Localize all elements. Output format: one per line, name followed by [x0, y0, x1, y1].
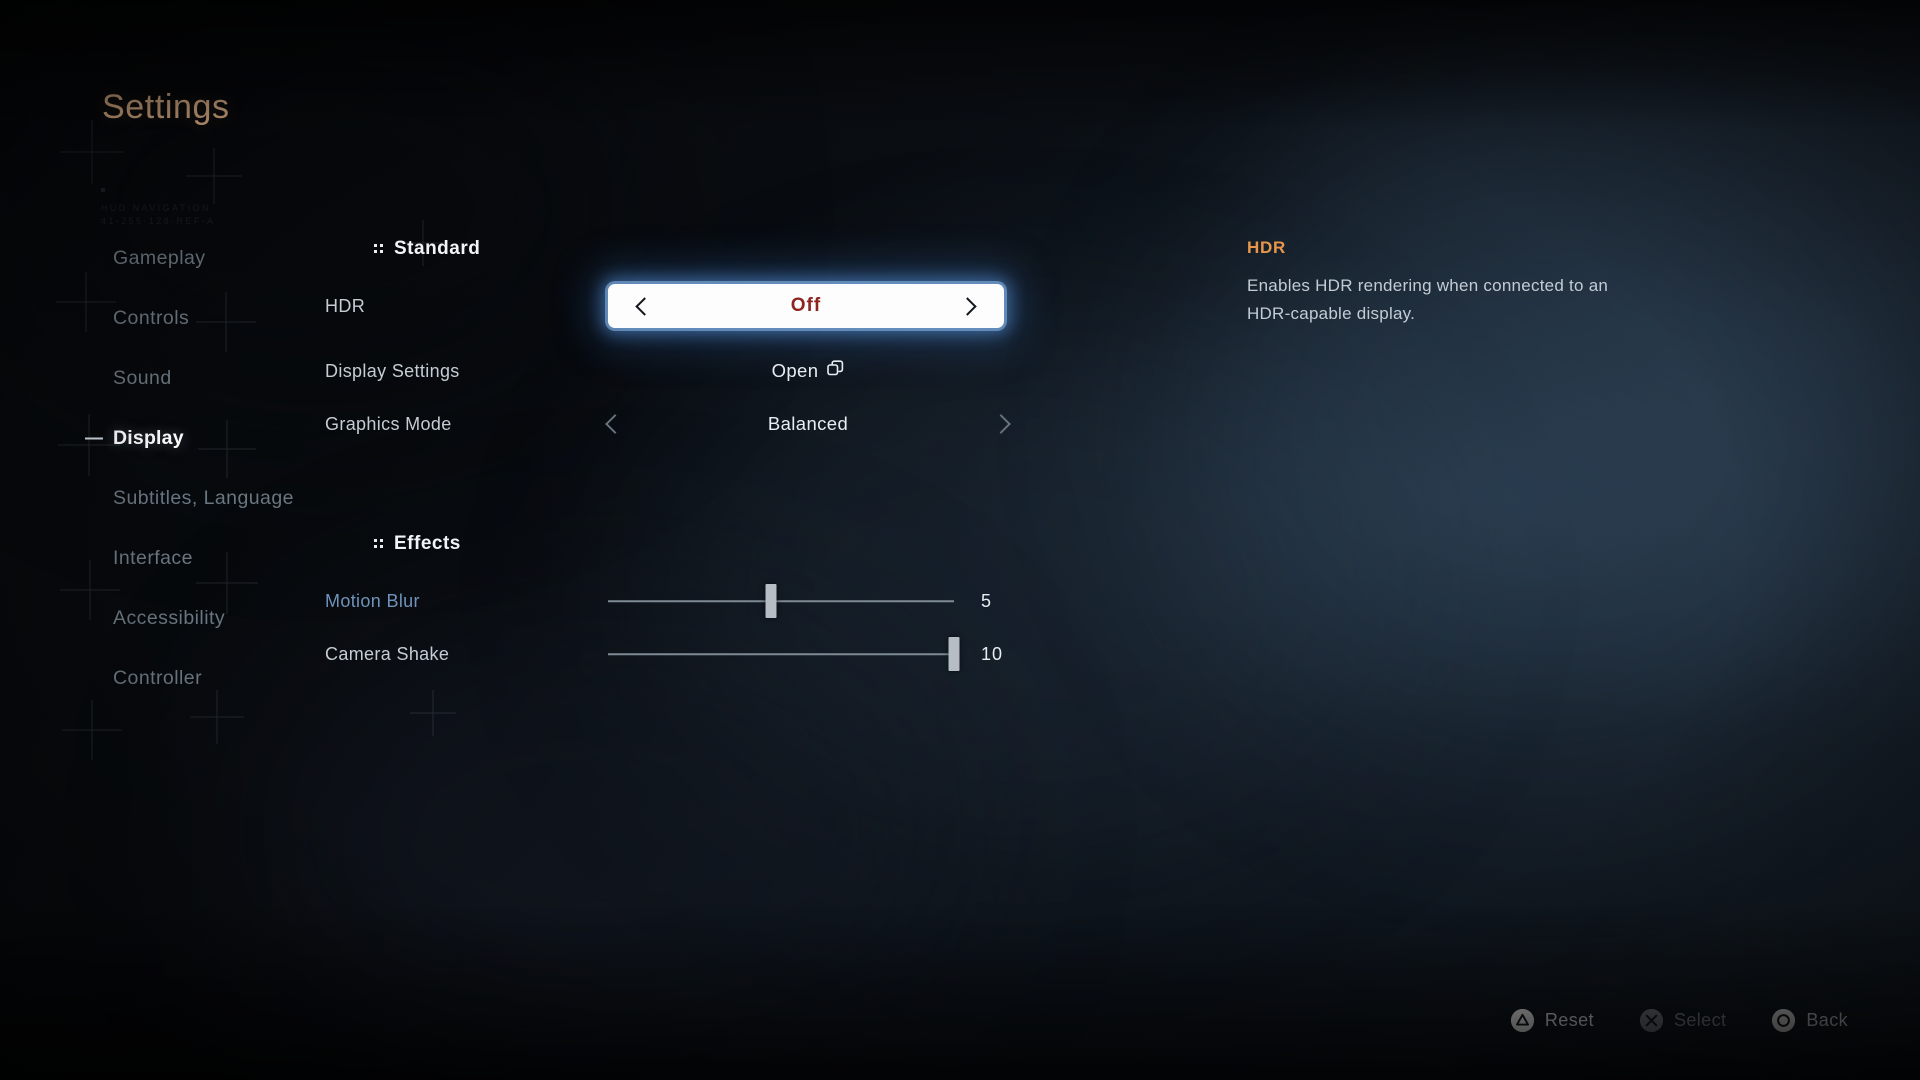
sidebar-item-label: Interface [113, 546, 193, 569]
sidebar-item-label: Accessibility [113, 606, 226, 629]
section-header-effects: Effects [374, 533, 461, 555]
motion-blur-slider[interactable] [608, 579, 954, 623]
crosshair-decoration [62, 700, 122, 760]
graphics-mode-stepper[interactable]: Balanced [605, 402, 1011, 446]
deco-code-text: HUD NAVIGATION 41-255-128-REF-A [101, 203, 216, 226]
prompt-select[interactable]: Select [1639, 1009, 1727, 1032]
camera-shake-slider[interactable] [608, 632, 960, 676]
section-title: Standard [394, 238, 481, 259]
hdr-value: Off [790, 295, 822, 316]
description-panel: HDR Enables HDR rendering when connected… [1247, 238, 1647, 328]
circle-button-icon [1772, 1009, 1796, 1032]
setting-row-camera-shake[interactable]: Camera Shake 10 [325, 631, 1325, 677]
sidebar-item-sound[interactable]: Sound [0, 348, 340, 408]
prompt-label: Reset [1544, 1010, 1594, 1030]
page-title: Settings [102, 88, 230, 126]
sidebar-item-label: Sound [113, 366, 172, 389]
sidebar-item-controls[interactable]: Controls [0, 288, 340, 348]
slider-track [608, 653, 954, 655]
sidebar-item-label: Subtitles, Language [113, 486, 294, 509]
prompt-back[interactable]: Back [1772, 1009, 1848, 1032]
slider-track [608, 600, 954, 602]
sidebar-item-label: Controller [113, 666, 203, 689]
slider-knob[interactable] [765, 584, 777, 618]
display-settings-open-action[interactable]: Open [608, 360, 1008, 382]
motion-blur-value: 5 [981, 590, 993, 611]
crosshair-decoration [186, 148, 242, 204]
setting-row-motion-blur[interactable]: Motion Blur 5 [325, 578, 1325, 624]
sidebar-item-interface[interactable]: Interface [0, 528, 340, 588]
chevron-right-icon[interactable] [958, 296, 977, 316]
deco-dot [101, 188, 105, 192]
sidebar-item-accessibility[interactable]: Accessibility [0, 588, 340, 648]
setting-label-motion-blur: Motion Blur [325, 590, 420, 611]
chevron-right-icon[interactable] [991, 414, 1011, 434]
prompt-label: Select [1673, 1010, 1727, 1030]
bottom-fade-overlay [0, 900, 1920, 1080]
external-link-icon [827, 360, 844, 382]
graphics-mode-value: Balanced [767, 413, 849, 434]
display-settings-value: Open [771, 360, 819, 381]
section-header-standard: Standard [374, 238, 480, 260]
grid-dots-icon [374, 539, 383, 548]
setting-label-hdr: HDR [325, 295, 366, 316]
setting-row-graphics-mode[interactable]: Graphics Mode Balanced [325, 401, 1325, 447]
chevron-left-icon[interactable] [635, 296, 654, 316]
crosshair-decoration [410, 690, 456, 736]
sidebar-item-label: Controls [113, 306, 190, 329]
section-title: Effects [394, 533, 461, 554]
setting-row-display-settings[interactable]: Display Settings Open [325, 348, 1325, 394]
description-title: HDR [1247, 238, 1286, 257]
sidebar-item-display[interactable]: Display [0, 408, 340, 468]
camera-shake-value: 10 [981, 643, 1004, 664]
setting-label-graphics-mode: Graphics Mode [325, 413, 452, 434]
grid-dots-icon [374, 244, 383, 253]
settings-screen: Settings HUD NAVIGATION 41-255-128-REF-A… [0, 0, 1920, 1080]
sidebar-item-controller[interactable]: Controller [0, 648, 340, 708]
top-fade-overlay [0, 0, 1920, 130]
setting-row-hdr[interactable]: HDR Off [325, 283, 1325, 329]
triangle-button-icon [1510, 1009, 1534, 1032]
sidebar-item-label: Display [113, 426, 184, 449]
chevron-left-icon[interactable] [605, 414, 625, 434]
crosshair-decoration [60, 120, 124, 184]
sidebar-item-subtitles-language[interactable]: Subtitles, Language [0, 468, 340, 528]
button-prompt-bar: Reset Select Back [1510, 1009, 1848, 1032]
prompt-label: Back [1806, 1010, 1848, 1030]
sidebar-item-gameplay[interactable]: Gameplay [0, 228, 340, 288]
cross-button-icon [1639, 1009, 1663, 1032]
setting-label-camera-shake: Camera Shake [325, 643, 450, 664]
hdr-stepper[interactable]: Off [608, 284, 1004, 328]
prompt-reset[interactable]: Reset [1510, 1009, 1594, 1032]
description-body: Enables HDR rendering when connected to … [1247, 276, 1609, 323]
setting-label-display-settings: Display Settings [325, 360, 460, 381]
settings-sidebar: Gameplay Controls Sound Display Subtitle… [0, 228, 340, 708]
slider-knob[interactable] [948, 637, 960, 671]
sidebar-item-label: Gameplay [113, 246, 206, 269]
